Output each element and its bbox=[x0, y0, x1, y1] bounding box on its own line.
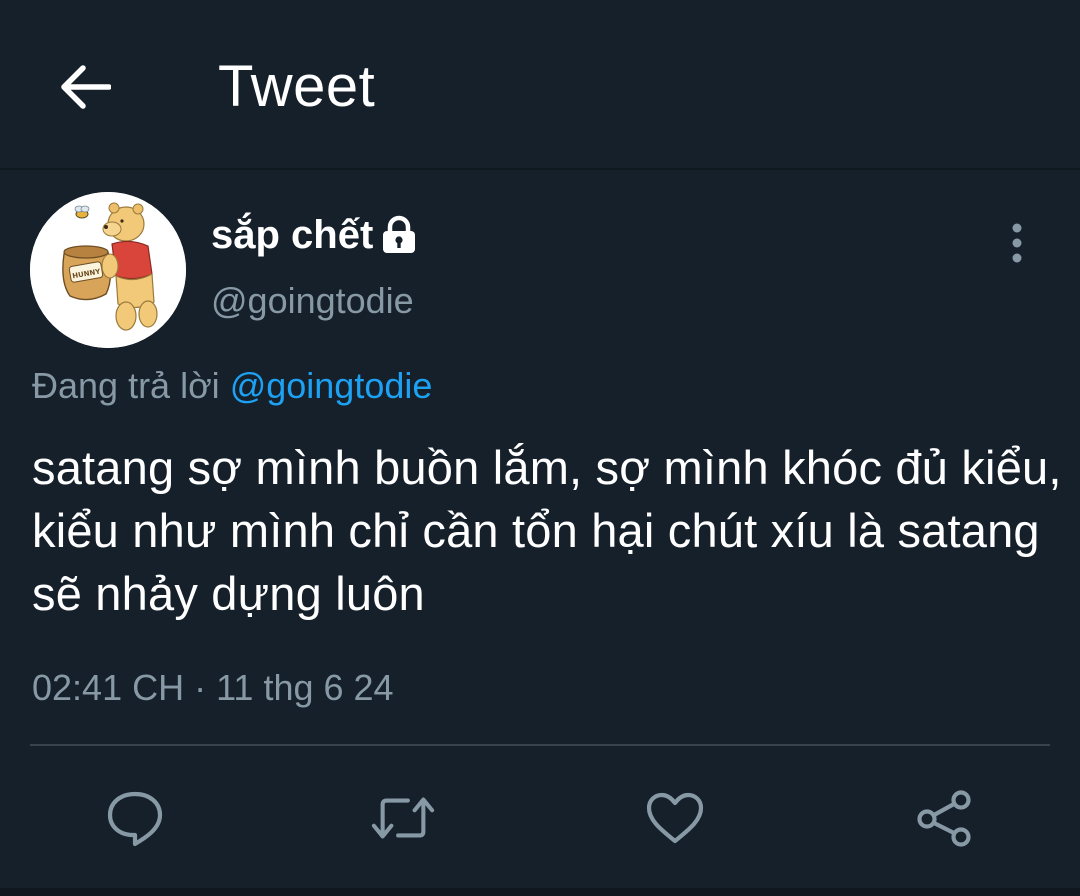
lock-icon bbox=[383, 215, 416, 253]
top-app-bar: Tweet bbox=[0, 0, 1080, 170]
more-options-button[interactable] bbox=[996, 218, 1038, 268]
retweet-button[interactable] bbox=[371, 786, 435, 850]
author-handle[interactable]: @goingtodie bbox=[211, 276, 414, 326]
author-name-text: sắp chết bbox=[211, 213, 374, 257]
avatar[interactable]: HUNNY bbox=[30, 192, 186, 348]
like-button[interactable] bbox=[643, 786, 707, 850]
replying-to-mention[interactable]: @goingtodie bbox=[230, 365, 433, 406]
share-button[interactable] bbox=[913, 786, 977, 850]
tweet-text: satang sợ mình buồn lắm, sợ mình khóc đủ… bbox=[32, 441, 1062, 620]
arrow-left-icon bbox=[61, 65, 111, 109]
winnie-the-pooh-avatar: HUNNY bbox=[30, 192, 186, 348]
replying-to-label: Đang trả lời bbox=[32, 365, 230, 406]
replying-to-line: Đang trả lời @goingtodie bbox=[32, 362, 432, 410]
page-title: Tweet bbox=[218, 54, 376, 119]
heart-icon bbox=[646, 792, 704, 844]
reply-button[interactable] bbox=[103, 786, 167, 850]
back-button[interactable] bbox=[50, 52, 120, 122]
share-icon bbox=[917, 790, 971, 847]
more-vertical-icon bbox=[1012, 223, 1022, 263]
author-display-name[interactable]: sắp chết bbox=[211, 210, 417, 260]
speech-bubble-icon bbox=[107, 791, 163, 847]
divider bbox=[30, 744, 1050, 746]
tweet-timestamp: 02:41 CH · 11 thg 6 24 bbox=[32, 667, 394, 708]
retweet-icon bbox=[371, 797, 435, 839]
bottom-separator bbox=[0, 888, 1080, 896]
